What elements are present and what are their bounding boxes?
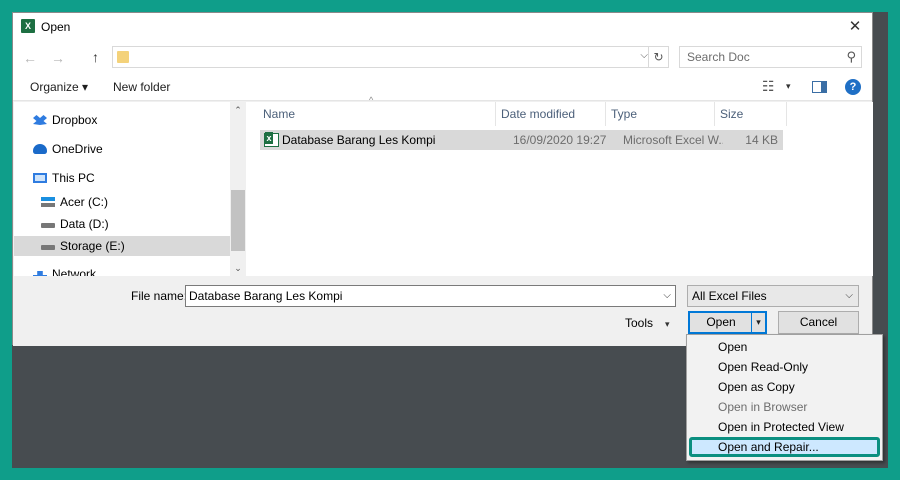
file-name: Database Barang Les Kompi bbox=[282, 133, 436, 147]
computer-icon bbox=[33, 173, 47, 183]
up-arrow-icon[interactable]: ↑ bbox=[92, 49, 99, 65]
search-input[interactable] bbox=[680, 47, 840, 67]
chevron-down-icon[interactable]: ⌵ bbox=[663, 290, 671, 301]
views-dropdown-icon[interactable]: ▾ bbox=[786, 81, 791, 92]
menu-item-open-as-copy[interactable]: Open as Copy bbox=[689, 377, 880, 397]
sidebar-item-onedrive[interactable]: OneDrive bbox=[33, 139, 223, 159]
sidebar-item-network[interactable]: Network bbox=[33, 264, 223, 276]
open-button[interactable]: Open bbox=[690, 313, 752, 332]
search-icon[interactable]: ⚲ bbox=[846, 49, 856, 65]
file-name-combobox: ⌵ bbox=[185, 285, 676, 307]
sidebar-item-label: Storage (E:) bbox=[60, 239, 125, 253]
scroll-up-icon[interactable]: ⌃ bbox=[230, 102, 246, 118]
dialog-title: Open bbox=[41, 20, 71, 34]
sidebar-item-storage-e[interactable]: Storage (E:) bbox=[14, 236, 230, 256]
tools-button[interactable]: Tools bbox=[625, 316, 653, 330]
open-options-menu: Open Open Read-Only Open as Copy Open in… bbox=[686, 334, 883, 461]
command-bar: Organize ▾ New folder ☷ ▾ ? bbox=[13, 75, 872, 101]
refresh-icon[interactable]: ↻ bbox=[648, 47, 668, 67]
help-icon[interactable]: ? bbox=[845, 79, 861, 95]
sidebar-item-label: Data (D:) bbox=[60, 217, 109, 231]
file-name-label: File name: bbox=[131, 289, 188, 303]
file-list: ^ Name Date modified Type Size Database … bbox=[246, 95, 873, 276]
preview-pane-icon[interactable] bbox=[812, 81, 827, 93]
scrollbar-thumb[interactable] bbox=[231, 190, 245, 251]
drive-icon bbox=[41, 223, 55, 228]
windows-drive-icon bbox=[41, 197, 55, 207]
new-folder-button[interactable]: New folder bbox=[113, 80, 170, 94]
file-date: 16/09/2020 19:27 bbox=[513, 133, 607, 147]
sidebar-item-acer-c[interactable]: Acer (C:) bbox=[41, 192, 223, 212]
navigation-bar: ← → ↑ ⌵ ↻ ⚲ bbox=[13, 41, 872, 75]
back-arrow-icon[interactable]: ← bbox=[23, 50, 37, 66]
folder-icon bbox=[117, 51, 129, 63]
excel-app-icon: X bbox=[21, 19, 35, 33]
navigation-pane: Dropbox OneDrive This PC Acer (C:) Data … bbox=[14, 102, 230, 276]
menu-item-open-and-repair[interactable]: Open and Repair... bbox=[689, 437, 880, 457]
tools-dropdown-icon[interactable]: ▾ bbox=[665, 319, 670, 330]
forward-arrow-icon[interactable]: → bbox=[51, 50, 65, 66]
drive-icon bbox=[41, 245, 55, 250]
file-type-filter[interactable]: All Excel Files ⌵ bbox=[687, 285, 859, 307]
cancel-button[interactable]: Cancel bbox=[778, 311, 859, 334]
menu-item-open-read-only[interactable]: Open Read-Only bbox=[689, 357, 880, 377]
sidebar-item-label: Acer (C:) bbox=[60, 195, 108, 209]
chevron-down-icon: ⌵ bbox=[845, 290, 853, 301]
menu-item-open-in-protected-view[interactable]: Open in Protected View bbox=[689, 417, 880, 437]
open-options-dropdown-icon[interactable]: ▾ bbox=[751, 313, 765, 332]
excel-file-icon bbox=[264, 132, 279, 147]
sidebar-item-dropbox[interactable]: Dropbox bbox=[33, 110, 223, 130]
open-dialog: X Open ✕ ← → ↑ ⌵ ↻ ⚲ Organize ▾ New fold… bbox=[12, 12, 873, 346]
sidebar-item-label: OneDrive bbox=[52, 142, 103, 156]
scroll-down-icon[interactable]: ⌄ bbox=[230, 260, 246, 276]
sidebar-item-label: Network bbox=[52, 267, 97, 276]
onedrive-icon bbox=[33, 144, 47, 154]
close-button[interactable]: ✕ bbox=[838, 13, 872, 41]
address-dropdown-icon[interactable]: ⌵ bbox=[640, 50, 648, 61]
title-bar: X Open ✕ bbox=[13, 13, 872, 41]
sidebar-item-this-pc[interactable]: This PC bbox=[33, 168, 223, 188]
views-icon[interactable]: ☷ bbox=[762, 78, 775, 95]
menu-item-open[interactable]: Open bbox=[689, 337, 880, 357]
file-type: Microsoft Excel W... bbox=[623, 133, 723, 147]
sidebar-item-data-d[interactable]: Data (D:) bbox=[41, 214, 223, 234]
network-icon bbox=[33, 271, 47, 276]
column-header-date[interactable]: Date modified bbox=[496, 102, 606, 126]
file-size: 14 KB bbox=[745, 133, 778, 147]
navigation-scrollbar[interactable]: ⌃ ⌄ bbox=[230, 102, 246, 276]
organize-button[interactable]: Organize ▾ bbox=[30, 80, 88, 94]
open-split-button: Open ▾ bbox=[688, 311, 767, 334]
sidebar-item-label: This PC bbox=[52, 171, 95, 185]
menu-item-open-in-browser: Open in Browser bbox=[718, 400, 808, 414]
table-row[interactable]: Database Barang Les Kompi 16/09/2020 19:… bbox=[260, 130, 783, 150]
column-header-type[interactable]: Type bbox=[606, 102, 715, 126]
sidebar-item-label: Dropbox bbox=[52, 113, 98, 127]
search-box: ⚲ bbox=[679, 46, 862, 68]
file-type-filter-value: All Excel Files bbox=[692, 289, 767, 303]
column-header-name[interactable]: Name bbox=[258, 102, 496, 126]
address-bar[interactable]: ⌵ ↻ bbox=[112, 46, 669, 68]
column-header-size[interactable]: Size bbox=[715, 102, 787, 126]
dropbox-icon bbox=[33, 115, 47, 125]
file-name-input[interactable] bbox=[186, 286, 656, 306]
